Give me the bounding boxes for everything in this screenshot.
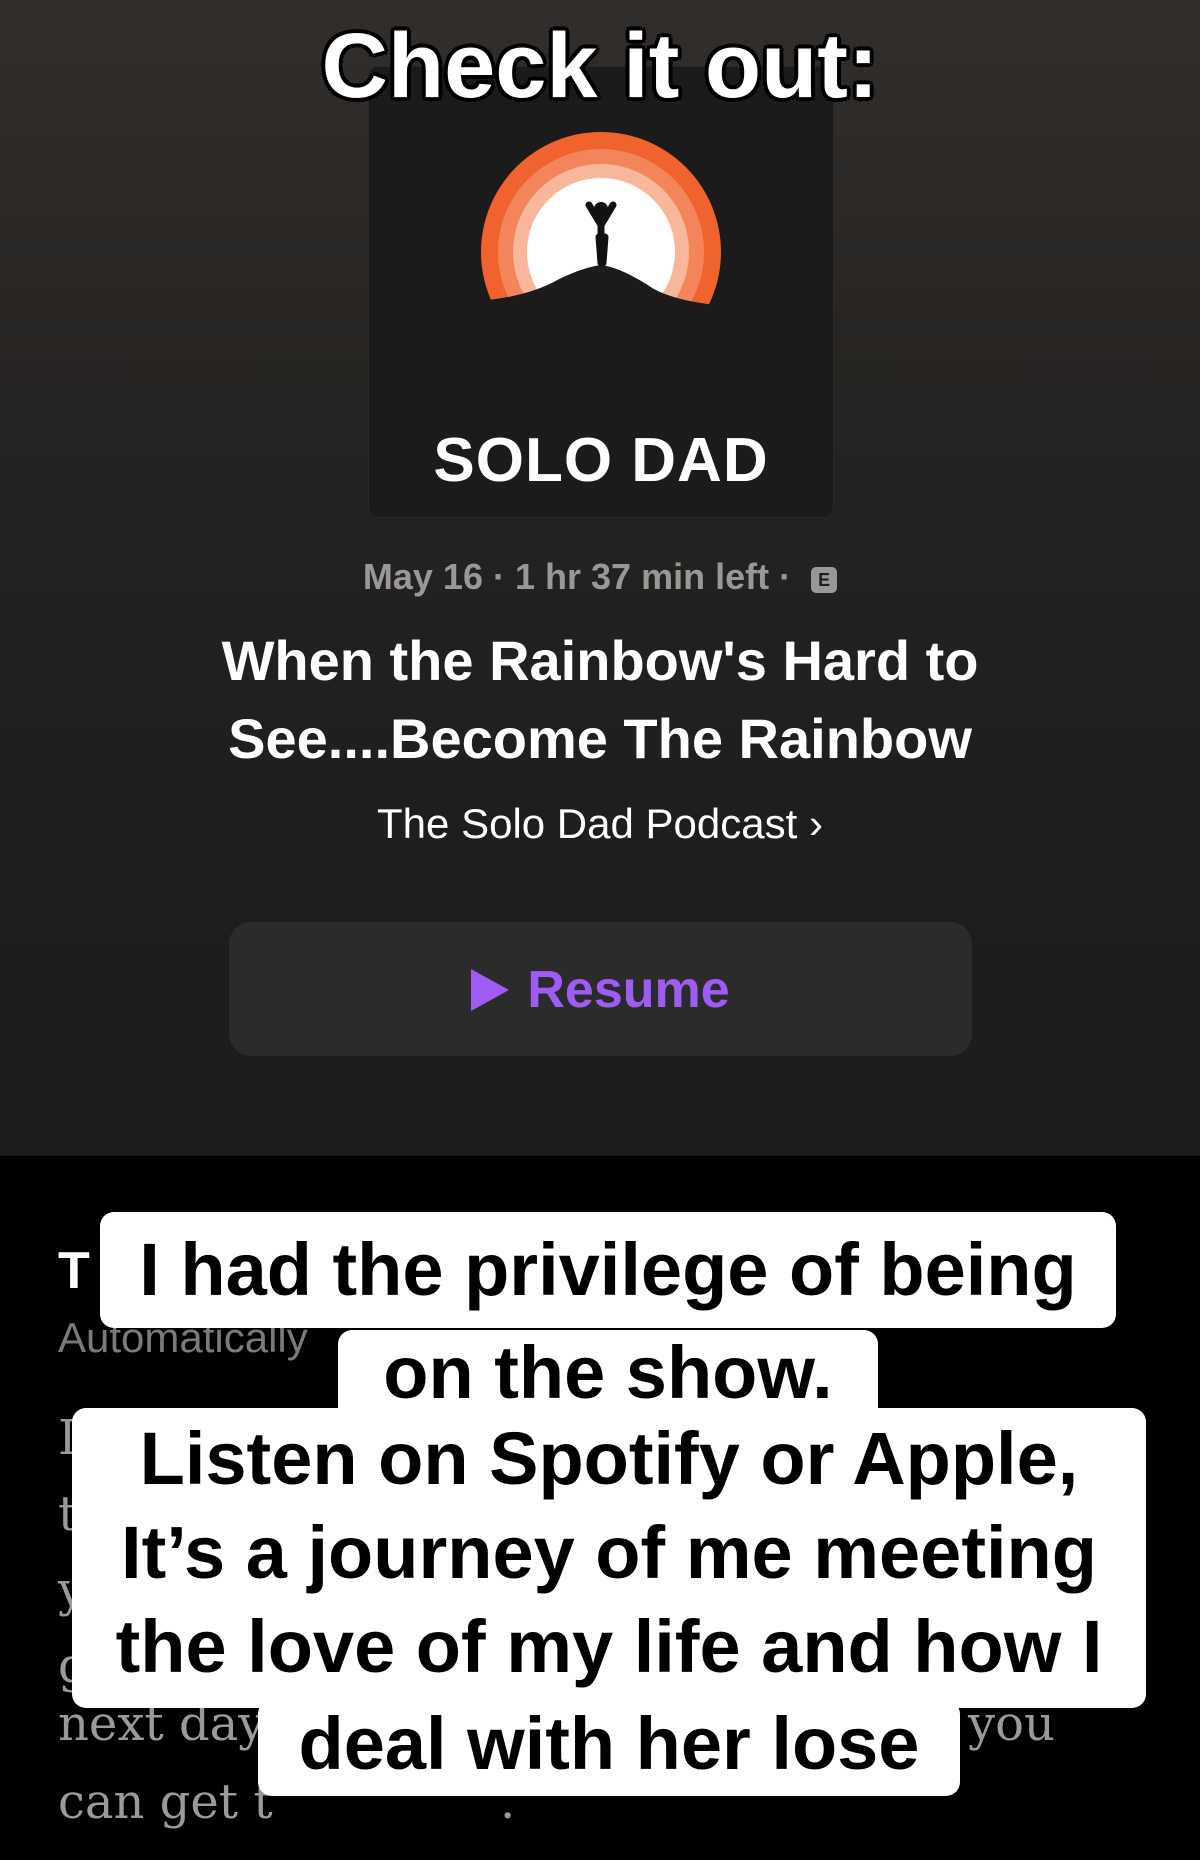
episode-title: When the Rainbow's Hard to See....Become… [221,629,979,770]
meta-separator: · [779,556,792,597]
resume-label: Resume [527,961,730,1019]
resume-button[interactable]: Resume [229,922,972,1056]
podcast-link[interactable]: The Solo Dad Podcast › [0,800,1200,848]
artwork-title: SOLO DAD [433,426,769,495]
overlay-caption: Listen on Spotify or Apple, [139,1417,1079,1500]
meta-separator: · [492,556,505,597]
time-remaining: 1 hr 37 min left [515,556,770,597]
overlay-caption: deal with her lose [258,1700,960,1796]
podcast-name: The Solo Dad Podcast [377,800,798,847]
episode-meta: May 16 · 1 hr 37 min left · E [0,556,1200,598]
episode-header: SOLO DAD Check it out: May 16 · 1 hr 37 … [0,0,1200,1156]
overlay-caption: the love of my life and how I [115,1605,1103,1688]
podcast-artwork[interactable]: SOLO DAD [368,66,834,518]
explicit-icon: E [811,567,838,593]
resume-content: Resume [471,960,730,1020]
overlay-caption-top: Check it out: [321,15,879,117]
play-icon [471,969,510,1011]
transcript-fragment: can get t [58,1774,273,1830]
transcript-heading: T [58,1242,90,1300]
overlay-caption: It’s a journey of me meeting [121,1511,1097,1594]
chevron-right-icon: › [808,800,823,847]
episode-date: May 16 [362,556,483,597]
overlay-caption: I had the privilege of being [100,1212,1116,1328]
overlay-caption-block: Listen on Spotify or Apple, It’s a journ… [72,1408,1146,1708]
